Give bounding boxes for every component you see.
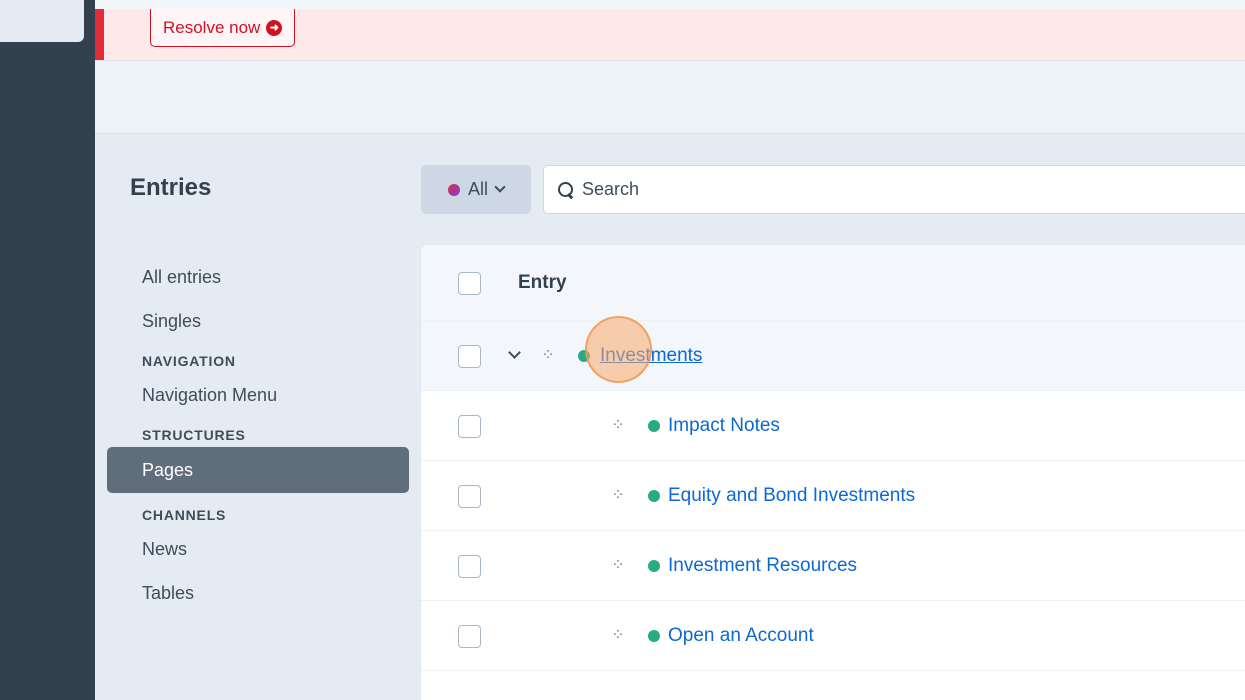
row-checkbox[interactable] (458, 345, 481, 368)
global-nav-active-item[interactable] (0, 0, 84, 42)
sidebar-heading-navigation: NAVIGATION (142, 353, 236, 369)
page-title: Entries (130, 174, 212, 201)
arrow-circle-right-icon: ➜ (266, 19, 283, 36)
row-checkbox[interactable] (458, 415, 481, 438)
sidebar-item-tables[interactable]: Tables (107, 571, 409, 615)
table-row[interactable]: ⁘ Impact Notes (421, 391, 1245, 461)
entry-link[interactable]: Open an Account (668, 625, 814, 647)
top-strip (0, 0, 1245, 9)
global-sidebar (0, 0, 95, 700)
site-dot-icon (447, 183, 460, 196)
resolve-now-label: Resolve now (163, 17, 261, 37)
status-dot-icon (648, 489, 660, 502)
entry-link[interactable]: Impact Notes (668, 415, 780, 437)
search-icon (558, 181, 574, 198)
sources-sidebar: All entries Singles NAVIGATION Navigatio… (107, 255, 409, 615)
site-menu-label: All (467, 179, 488, 199)
table-row[interactable]: ⁘ Investment Resources (421, 531, 1245, 601)
header-band (95, 60, 1245, 134)
column-header-entry[interactable]: Entry (518, 272, 567, 294)
table-header-row: Entry (421, 245, 1245, 321)
entry-link[interactable]: Investments (600, 345, 702, 367)
sidebar-item-all-entries[interactable]: All entries (107, 255, 409, 299)
move-icon[interactable]: ⁘ (611, 487, 625, 503)
entry-link[interactable]: Equity and Bond Investments (668, 485, 915, 507)
sidebar-heading-channels: CHANNELS (142, 507, 227, 523)
row-checkbox[interactable] (458, 625, 481, 648)
move-icon[interactable]: ⁘ (611, 417, 625, 433)
move-icon[interactable]: ⁘ (541, 347, 555, 363)
chevron-down-icon (494, 181, 506, 193)
status-dot-icon (648, 559, 660, 572)
move-icon[interactable]: ⁘ (611, 557, 625, 573)
status-dot-icon (648, 629, 660, 642)
entry-link[interactable]: Investment Resources (668, 555, 857, 577)
table-row[interactable]: ⁘ Equity and Bond Investments (421, 461, 1245, 531)
status-dot-icon (578, 349, 590, 362)
move-icon[interactable]: ⁘ (611, 627, 625, 643)
status-dot-icon (648, 419, 660, 432)
table-row[interactable]: ⁘ Investments (421, 321, 1245, 391)
search-box[interactable] (543, 165, 1245, 214)
sidebar-item-news[interactable]: News (107, 527, 409, 571)
table-row[interactable]: ⁘ Open an Account (421, 601, 1245, 671)
sidebar-item-pages[interactable]: Pages (107, 447, 409, 493)
site-menu-button[interactable]: All (421, 165, 531, 214)
resolve-now-button[interactable]: Resolve now ➜ (150, 9, 296, 47)
row-checkbox[interactable] (458, 485, 481, 508)
sidebar-item-navigation-menu[interactable]: Navigation Menu (107, 373, 409, 417)
chevron-down-icon[interactable] (508, 346, 521, 359)
search-input[interactable] (582, 179, 1182, 200)
row-checkbox[interactable] (458, 555, 481, 578)
sidebar-heading-structures: STRUCTURES (142, 427, 246, 443)
sidebar-item-singles[interactable]: Singles (107, 299, 409, 343)
alert-banner: Resolve now ➜ (95, 9, 1245, 60)
entries-table: Entry ⁘ Investments ⁘ Impact Notes ⁘ Equ… (421, 245, 1245, 700)
select-all-checkbox[interactable] (458, 272, 481, 295)
